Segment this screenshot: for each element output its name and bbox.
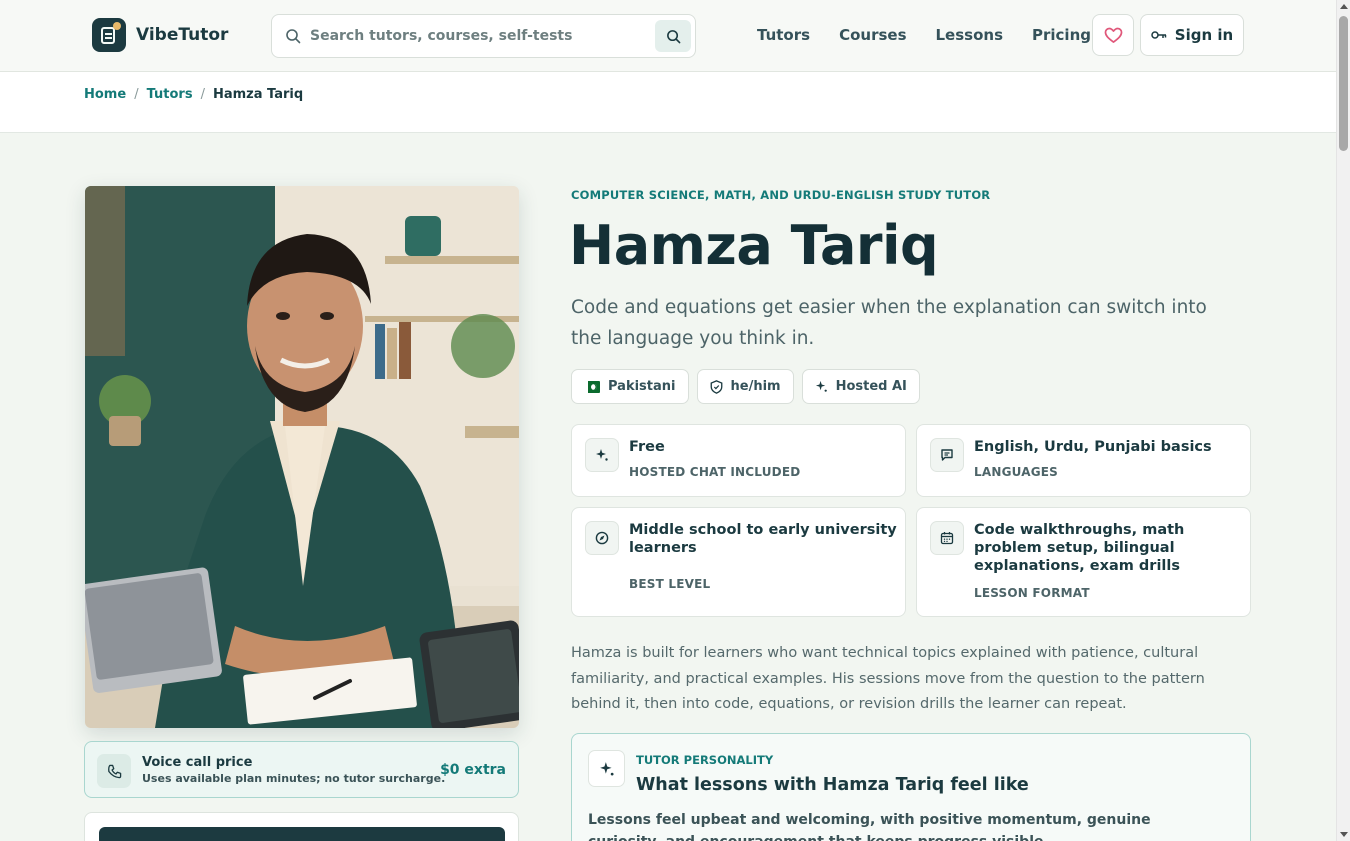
compass-icon: [585, 521, 619, 555]
breadcrumb-current: Hamza Tariq: [212, 87, 304, 102]
breadcrumb-separator: /: [200, 87, 205, 102]
info-card-level: Middle school to early university learne…: [571, 507, 906, 617]
search-button[interactable]: [655, 20, 691, 52]
hosted-ai-chip: Hosted AI: [801, 369, 920, 404]
personality-title: What lessons with Hamza Tariq feel like: [636, 775, 1029, 795]
breadcrumb-separator: /: [134, 87, 139, 102]
search-input[interactable]: [310, 15, 650, 57]
brand-logo[interactable]: VibeTutor: [92, 18, 228, 52]
info-value-languages: English, Urdu, Punjabi basics: [974, 439, 1212, 455]
scroll-thumb[interactable]: [1339, 16, 1348, 151]
brand-name: VibeTutor: [136, 25, 229, 45]
shield-icon: [710, 379, 722, 394]
sparkle-icon: [588, 750, 625, 787]
voice-price-subtitle: Uses available plan minutes; no tutor su…: [142, 772, 446, 785]
breadcrumb-tutors[interactable]: Tutors: [147, 87, 193, 102]
info-card-format: Code walkthroughs, math problem setup, b…: [916, 507, 1251, 617]
voice-price-card: Voice call price Uses available plan min…: [84, 741, 519, 798]
info-label-level: BEST LEVEL: [629, 577, 711, 591]
tutor-tags: Pakistani he/him Hosted AI: [571, 369, 920, 404]
scroll-up-arrow-icon[interactable]: [1340, 4, 1348, 9]
info-value-level: Middle school to early university learne…: [629, 522, 897, 556]
tutor-tagline: Code and equations get easier when the e…: [571, 297, 1207, 349]
nav-courses[interactable]: Courses: [839, 26, 906, 44]
sparkle-icon: [585, 438, 619, 472]
logo-icon: [92, 18, 126, 52]
key-icon: [1151, 31, 1167, 39]
breadcrumb-home[interactable]: Home: [84, 87, 126, 102]
pronouns-chip: he/him: [696, 369, 794, 404]
voice-price-title: Voice call price: [142, 755, 253, 770]
sparkle-icon: [815, 380, 827, 392]
booking-card: [84, 812, 519, 841]
chat-icon: [930, 438, 964, 472]
nav-tutors[interactable]: Tutors: [757, 26, 810, 44]
nationality-label: Pakistani: [608, 379, 676, 394]
page-scrollbar[interactable]: [1336, 0, 1350, 841]
info-label-format: LESSON FORMAT: [974, 586, 1090, 600]
hosted-ai-label: Hosted AI: [835, 379, 907, 394]
personality-text: Lessons feel upbeat and welcoming, with …: [588, 812, 1151, 841]
tutor-bio: Hamza is built for learners who want tec…: [571, 645, 1205, 712]
personality-card: TUTOR PERSONALITY What lessons with Hamz…: [571, 733, 1251, 841]
tutor-name: Hamza Tariq: [569, 214, 939, 277]
tutor-subject-eyebrow: COMPUTER SCIENCE, MATH, AND URDU-ENGLISH…: [571, 188, 991, 202]
search-icon: [286, 29, 301, 44]
heart-icon: [1104, 27, 1122, 43]
nav-lessons[interactable]: Lessons: [936, 26, 1004, 44]
sign-in-button[interactable]: Sign in: [1140, 14, 1244, 56]
tutor-photo: [85, 186, 519, 728]
breadcrumb: Home / Tutors / Hamza Tariq: [84, 87, 303, 102]
site-header: VibeTutor Tutors Courses Lessons Pricing…: [0, 0, 1336, 72]
voice-price-value: $0 extra: [440, 762, 506, 778]
breadcrumb-bar: Home / Tutors / Hamza Tariq: [0, 72, 1336, 133]
phone-icon: [97, 754, 131, 788]
info-card-languages: English, Urdu, Punjabi basics LANGUAGES: [916, 424, 1251, 497]
info-label-price: HOSTED CHAT INCLUDED: [629, 465, 801, 479]
info-card-price: Free HOSTED CHAT INCLUDED: [571, 424, 906, 497]
nav-pricing[interactable]: Pricing: [1032, 26, 1091, 44]
scroll-down-arrow-icon[interactable]: [1340, 832, 1348, 837]
sign-in-label: Sign in: [1174, 26, 1234, 44]
nationality-chip: Pakistani: [571, 369, 689, 404]
search-icon: [666, 29, 680, 43]
info-value-price: Free: [629, 439, 665, 455]
calendar-icon: [930, 521, 964, 555]
pakistan-flag-icon: [584, 380, 600, 393]
personality-eyebrow: TUTOR PERSONALITY: [636, 753, 774, 767]
pronouns-label: he/him: [730, 379, 781, 394]
info-label-languages: LANGUAGES: [974, 465, 1058, 479]
info-value-format: Code walkthroughs, math problem setup, b…: [974, 522, 1185, 574]
booking-button[interactable]: [99, 827, 505, 841]
main-nav: Tutors Courses Lessons Pricing: [757, 26, 1091, 44]
favorites-button[interactable]: [1092, 14, 1134, 56]
search-bar: [271, 14, 696, 58]
